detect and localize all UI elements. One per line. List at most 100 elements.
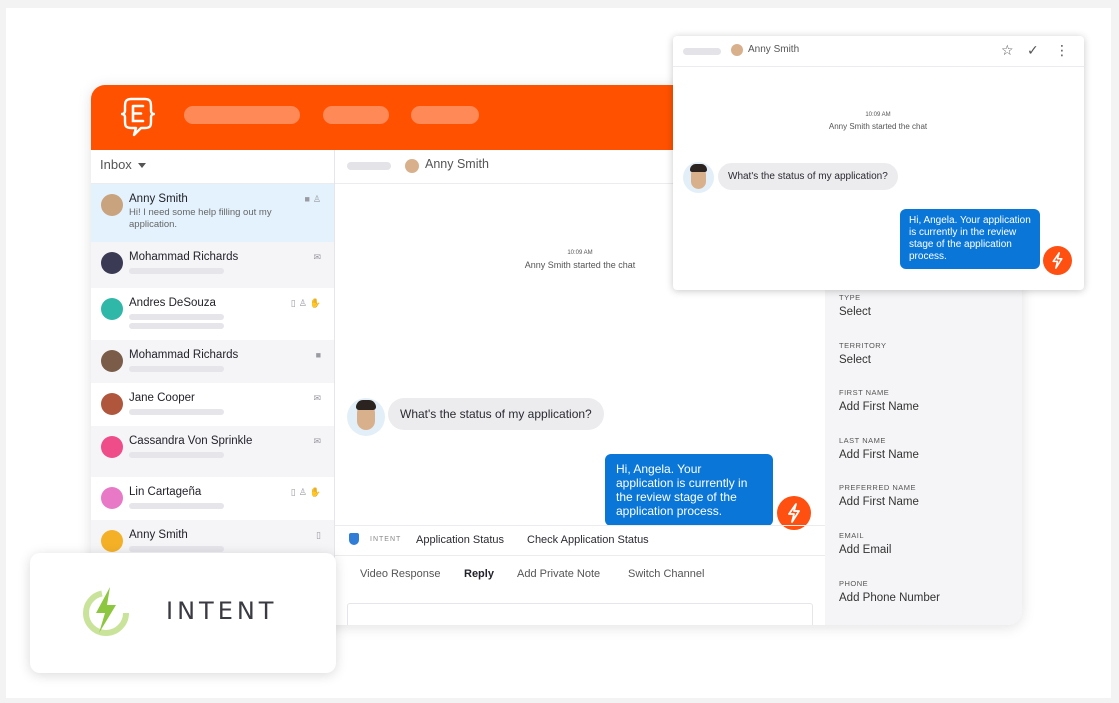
outgoing-message: Hi, Angela. Your application is currentl…	[605, 454, 773, 526]
field-email: EMAIL Add Email	[839, 531, 891, 556]
popup-outgoing-message: Hi, Angela. Your application is currentl…	[900, 209, 1040, 269]
avatar	[101, 530, 123, 552]
avatar	[101, 350, 123, 372]
hand-icon: ✋	[309, 298, 324, 308]
conversation-item[interactable]: Jane Cooper ✉	[91, 383, 334, 426]
nav-pill-3[interactable]	[411, 106, 479, 124]
conversation-name: Mohammad Richards	[129, 349, 239, 361]
star-icon[interactable]: ☆	[1001, 42, 1014, 59]
tab-switch-channel[interactable]: Switch Channel	[628, 568, 704, 580]
field-preferred-name: PREFERRED NAME Add First Name	[839, 483, 919, 508]
more-vertical-icon[interactable]: ⋮	[1055, 42, 1069, 59]
avatar	[101, 436, 123, 458]
placeholder-bar	[683, 48, 721, 55]
type-select[interactable]: Select	[839, 306, 871, 318]
chat-contact-name: Anny Smith	[425, 157, 489, 171]
first-name-input[interactable]: Add First Name	[839, 401, 919, 413]
hand-icon: ✋	[309, 487, 324, 497]
tab-add-private-note[interactable]: Add Private Note	[517, 568, 600, 580]
mail-icon: ✉	[313, 252, 324, 262]
channel-icons: ▯	[316, 530, 324, 541]
conversation-item[interactable]: Anny Smith Hi! I need some help filling …	[91, 184, 334, 242]
placeholder-bar	[129, 546, 224, 552]
field-label: PREFERRED NAME	[839, 483, 917, 492]
intent-logo-icon	[349, 533, 359, 545]
channel-icons: ▯♙✋	[291, 487, 324, 498]
message-icon: ■	[304, 194, 313, 204]
popup-started-text: Anny Smith started the chat	[828, 122, 928, 131]
channel-icons: ■	[316, 350, 324, 360]
reply-input[interactable]	[347, 603, 813, 625]
message-icon: ■	[315, 350, 324, 360]
popup-header: Anny Smith ☆ ✓ ⋮	[673, 36, 1084, 67]
channel-icons: ✉	[313, 393, 324, 404]
conversation-item[interactable]: Cassandra Von Sprinkle ✉	[91, 426, 334, 477]
territory-select[interactable]: Select	[839, 354, 887, 366]
check-status-link[interactable]: Check Application Status	[527, 534, 649, 546]
avatar-hair	[356, 400, 376, 410]
brand-logo-icon[interactable]	[121, 95, 155, 137]
conversation-name: Anny Smith	[129, 529, 188, 541]
conversation-item[interactable]: Mohammad Richards ✉	[91, 242, 334, 288]
tab-reply[interactable]: Reply	[464, 568, 494, 580]
conversation-name: Mohammad Richards	[129, 251, 239, 263]
composer-tabs: Video Response Reply Add Private Note Sw…	[335, 555, 825, 593]
placeholder-bar	[347, 162, 391, 170]
tab-video-response[interactable]: Video Response	[360, 568, 441, 580]
field-type: TYPE Select	[839, 293, 871, 318]
avatar-hair	[690, 164, 707, 172]
field-territory: TERRITORY Select	[839, 341, 887, 366]
chat-popup-window: Anny Smith ☆ ✓ ⋮ 10:09 AM Anny Smith sta…	[673, 36, 1084, 290]
bolt-icon	[1043, 246, 1072, 275]
conversation-item[interactable]: Lin Cartageña ▯♙✋	[91, 477, 334, 520]
channel-icons: ✉	[313, 252, 324, 263]
phone-icon: ▯	[290, 487, 299, 497]
placeholder-bar	[129, 452, 224, 458]
field-label: EMAIL	[839, 531, 865, 540]
field-last-name: LAST NAME Add First Name	[839, 436, 919, 461]
field-label: TYPE	[839, 293, 861, 302]
popup-contact-name: Anny Smith	[748, 44, 800, 55]
field-first-name: FIRST NAME Add First Name	[839, 388, 919, 413]
customer-avatar	[347, 398, 385, 436]
intent-logo-icon	[83, 587, 129, 636]
field-label: PHONE	[839, 579, 869, 588]
intent-brand-card: INTENT	[30, 553, 336, 673]
nav-pill-2[interactable]	[323, 106, 389, 124]
preferred-name-input[interactable]: Add First Name	[839, 496, 919, 508]
avatar	[101, 393, 123, 415]
avatar	[731, 44, 743, 56]
placeholder-bar	[129, 323, 224, 329]
intent-wordmark: INTENT	[166, 597, 278, 625]
intent-value: Application Status	[416, 534, 505, 546]
intent-bar: INTENT Application Status Check Applicat…	[335, 525, 825, 555]
conversation-name: Jane Cooper	[129, 392, 195, 404]
conversation-item[interactable]: Mohammad Richards ■	[91, 340, 334, 383]
chat-started-text: Anny Smith started the chat	[524, 260, 636, 270]
inbox-dropdown[interactable]: Inbox	[91, 150, 334, 184]
conversation-preview: Hi! I need some help filling out my appl…	[129, 207, 272, 230]
field-phone: PHONE Add Phone Number	[839, 579, 940, 604]
check-icon[interactable]: ✓	[1027, 42, 1039, 59]
phone-input[interactable]: Add Phone Number	[839, 592, 940, 604]
placeholder-bar	[129, 366, 224, 372]
avatar	[405, 159, 419, 173]
last-name-input[interactable]: Add First Name	[839, 449, 919, 461]
conversation-item[interactable]: Andres DeSouza ▯♙✋	[91, 288, 334, 340]
inbox-label: Inbox	[100, 157, 132, 172]
nav-pill-1[interactable]	[184, 106, 300, 124]
popup-chat-time: 10:09 AM	[865, 112, 891, 118]
email-input[interactable]: Add Email	[839, 544, 891, 556]
phone-icon: ▯	[316, 530, 324, 540]
conversation-name: Anny Smith	[129, 193, 188, 205]
placeholder-bar	[129, 268, 224, 274]
chat-start-meta: 10:09 AM Anny Smith started the chat	[480, 247, 680, 271]
avatar	[101, 194, 123, 216]
placeholder-bar	[129, 409, 224, 415]
popup-start-meta: 10:09 AM Anny Smith started the chat	[778, 109, 978, 133]
avatar	[101, 298, 123, 320]
avatar	[101, 252, 123, 274]
channel-icons: ▯♙✋	[291, 298, 324, 309]
placeholder-bar	[129, 503, 224, 509]
mail-icon: ✉	[313, 393, 324, 403]
